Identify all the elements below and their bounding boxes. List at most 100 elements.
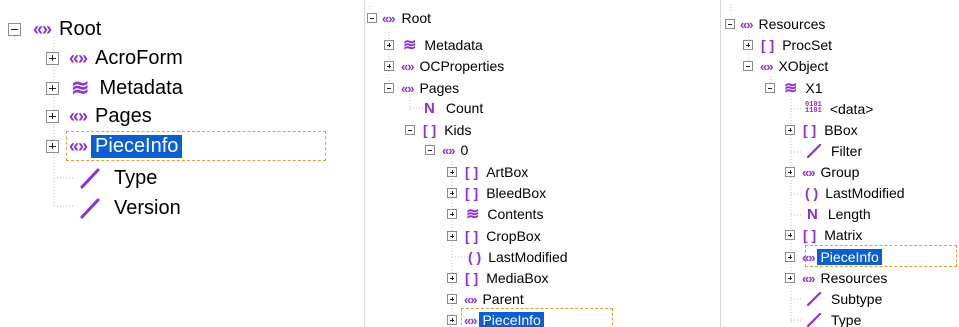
tree-row-contents[interactable]: ≋ Contents xyxy=(447,206,544,223)
expand-toggle[interactable] xyxy=(46,109,59,123)
tree-node-label: Metadata xyxy=(424,37,483,53)
expand-toggle[interactable] xyxy=(447,315,457,325)
tree-row-ocproperties[interactable]: «» OCProperties xyxy=(384,58,504,74)
tree-node-label: Filter xyxy=(831,143,863,159)
expand-toggle[interactable] xyxy=(384,40,394,50)
expand-toggle[interactable] xyxy=(447,167,457,177)
tree-row-pages[interactable]: «» Pages xyxy=(384,80,459,96)
array-icon: [ ] xyxy=(761,37,775,53)
collapse-toggle[interactable] xyxy=(765,83,775,93)
dictionary-icon: «» xyxy=(33,18,52,39)
tree-row-group[interactable]: «» Group xyxy=(785,164,859,180)
tree-node-label: 0 xyxy=(460,142,469,158)
tree-row-pieceinfo-selected[interactable]: «» PieceInfo xyxy=(447,312,544,327)
dictionary-icon: «» xyxy=(401,58,415,74)
collapse-toggle[interactable] xyxy=(384,83,394,93)
array-icon: [ ] xyxy=(465,185,479,201)
right-tree-panel: «» Resources [ ] ProcSet «» XObject ≋ X1… xyxy=(721,0,959,327)
tree-node-label: Root xyxy=(401,10,432,26)
collapse-toggle[interactable] xyxy=(367,13,377,23)
tree-row-kid-0[interactable]: «» 0 xyxy=(425,142,468,158)
tree-row-cropbox[interactable]: [ ] CropBox xyxy=(447,228,541,244)
collapse-toggle[interactable] xyxy=(405,125,415,135)
tree-row-procset[interactable]: [ ] ProcSet xyxy=(743,37,832,53)
tree-node-label-selected: PieceInfo xyxy=(479,312,544,327)
tree-row-kids[interactable]: [ ] Kids xyxy=(405,122,471,138)
expand-toggle[interactable] xyxy=(785,230,795,240)
tree-row-root[interactable]: «» Root xyxy=(8,18,101,40)
tree-node-label: <data> xyxy=(829,101,874,117)
expand-toggle[interactable] xyxy=(447,294,457,304)
tree-row-resources-child[interactable]: «» Resources xyxy=(785,270,887,286)
expand-toggle[interactable] xyxy=(785,252,795,262)
expand-toggle[interactable] xyxy=(447,188,457,198)
collapse-toggle[interactable] xyxy=(8,22,21,36)
collapse-toggle[interactable] xyxy=(725,19,735,29)
tree-node-label: CropBox xyxy=(486,228,541,244)
tree-row-version[interactable]: Version xyxy=(76,197,181,219)
tree-row-root[interactable]: «» Root xyxy=(367,10,431,26)
tree-row-mediabox[interactable]: [ ] MediaBox xyxy=(447,270,548,286)
tree-node-label: ProcSet xyxy=(782,37,833,53)
collapse-toggle[interactable] xyxy=(425,145,435,155)
tree-row-parent[interactable]: «» Parent xyxy=(447,291,524,307)
dictionary-icon: «» xyxy=(442,142,456,158)
array-icon: [ ] xyxy=(465,164,479,180)
stream-icon: ≋ xyxy=(784,80,798,97)
tree-row-data[interactable]: 0101 1101 <data> xyxy=(805,100,873,118)
tree-row-bleedbox[interactable]: [ ] BleedBox xyxy=(447,185,546,201)
tree-node-label: Pages xyxy=(95,104,152,127)
expand-toggle[interactable] xyxy=(46,139,59,153)
tree-row-xobject[interactable]: «» XObject xyxy=(743,58,828,74)
tree-row-metadata[interactable]: ≋ Metadata xyxy=(46,75,183,100)
expand-toggle[interactable] xyxy=(46,51,59,65)
middle-tree-panel: «» Root ≋ Metadata «» OCProperties «» Pa… xyxy=(365,0,719,327)
tree-node-label: MediaBox xyxy=(486,270,549,286)
tree-node-label: Resources xyxy=(820,270,888,286)
tree-node-label: Version xyxy=(114,196,181,219)
expand-toggle[interactable] xyxy=(447,209,457,219)
array-icon: [ ] xyxy=(803,122,817,138)
tree-row-acroform[interactable]: «» AcroForm xyxy=(46,47,183,69)
expand-toggle[interactable] xyxy=(447,231,457,241)
tree-row-type[interactable]: Type xyxy=(805,312,861,327)
tree-row-metadata[interactable]: ≋ Metadata xyxy=(384,37,483,54)
tree-row-lastmodified[interactable]: ( ) LastModified xyxy=(805,185,905,201)
tree-row-pages[interactable]: «» Pages xyxy=(46,105,152,127)
dictionary-icon: «» xyxy=(802,270,816,286)
tree-row-matrix[interactable]: [ ] Matrix xyxy=(785,227,862,243)
tree-row-subtype[interactable]: Subtype xyxy=(805,291,882,307)
expand-toggle[interactable] xyxy=(785,167,795,177)
tree-row-length[interactable]: N Length xyxy=(807,205,871,223)
dictionary-icon: «» xyxy=(740,16,754,32)
tree-row-type[interactable]: Type xyxy=(76,167,157,189)
binary-data-icon: 0101 1101 xyxy=(805,101,822,115)
expand-toggle[interactable] xyxy=(447,273,457,283)
tree-node-label: XObject xyxy=(778,58,829,74)
dictionary-icon: «» xyxy=(382,10,396,26)
tree-node-label: BleedBox xyxy=(486,185,547,201)
tree-node-label: LastModified xyxy=(488,249,568,265)
tree-row-lastmodified[interactable]: ( ) LastModified xyxy=(468,249,568,265)
expand-toggle[interactable] xyxy=(46,81,59,95)
tree-node-label: ArtBox xyxy=(486,164,529,180)
tree-row-pieceinfo-selected[interactable]: «» PieceInfo xyxy=(46,134,183,158)
expand-toggle[interactable] xyxy=(743,40,753,50)
tree-row-bbox[interactable]: [ ] BBox xyxy=(785,122,858,138)
expand-toggle[interactable] xyxy=(785,273,795,283)
tree-row-artbox[interactable]: [ ] ArtBox xyxy=(447,164,528,180)
tree-node-label: Contents xyxy=(487,206,544,222)
tree-row-x1[interactable]: ≋ X1 xyxy=(765,80,823,97)
dictionary-icon: «» xyxy=(802,164,816,180)
number-icon: N xyxy=(807,205,818,223)
expand-toggle[interactable] xyxy=(384,61,394,71)
tree-row-count[interactable]: N Count xyxy=(424,100,483,117)
tree-row-filter[interactable]: Filter xyxy=(805,143,862,159)
collapse-toggle[interactable] xyxy=(743,61,753,71)
tree-row-resources[interactable]: «» Resources xyxy=(725,16,825,32)
tree-node-label: Length xyxy=(827,206,871,222)
tree-row-pieceinfo-selected[interactable]: «» PieceInfo xyxy=(785,249,882,265)
expand-toggle[interactable] xyxy=(785,125,795,135)
tree-node-label: OCProperties xyxy=(419,58,505,74)
dictionary-icon: «» xyxy=(401,80,415,96)
